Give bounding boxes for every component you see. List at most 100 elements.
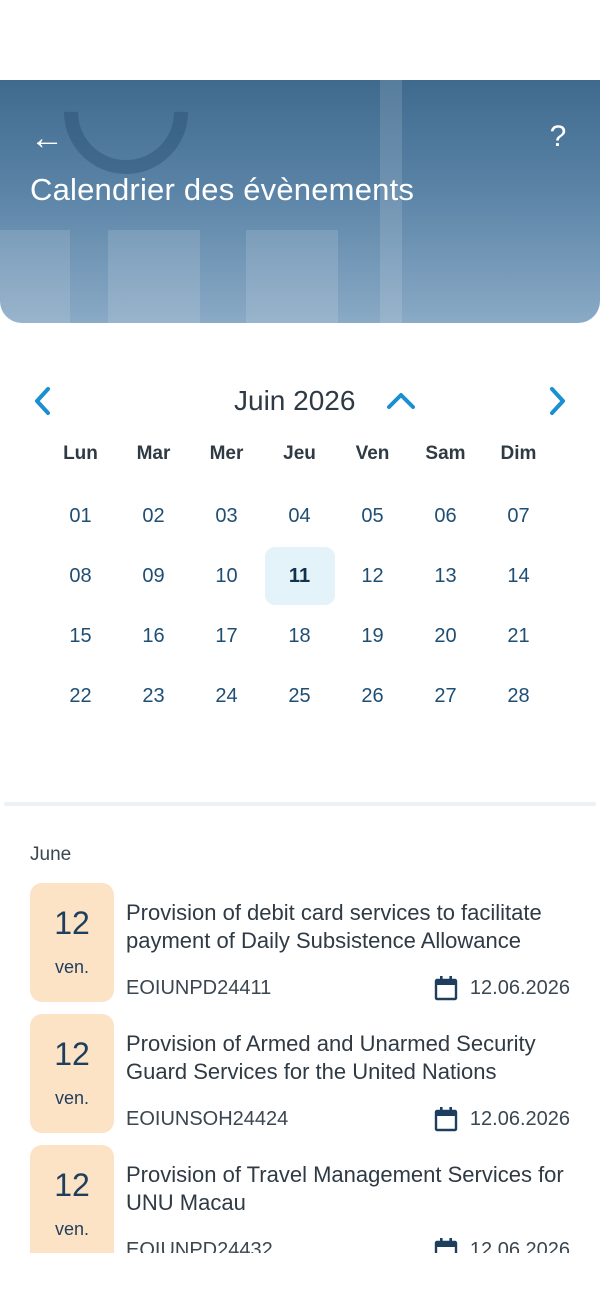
calendar-day[interactable]: 09 [117,546,190,606]
day-number: 09 [142,564,165,587]
day-number: 07 [507,504,530,527]
weekday-label: Dim [500,443,537,464]
calendar-day[interactable]: 26 [336,666,409,726]
month-label: Juin 2026 [234,385,356,416]
event-reference: EOIUNSOH24424 [126,1108,289,1130]
day-number: 27 [434,684,457,707]
event-date: 12.06.2026 [469,976,570,999]
event-reference: EOIUNPD24411 [126,977,272,999]
calendar-day[interactable]: 28 [482,666,555,726]
event-weekday: ven. [54,957,90,977]
chevron-right-icon [550,387,565,415]
screen: ← ? Calendrier des évènements Juin 2026 … [0,0,600,1304]
calendar-day[interactable]: 21 [482,606,555,666]
day-number: 28 [507,684,530,707]
day-number: 11 [264,547,335,605]
calendar-day[interactable]: 24 [190,666,263,726]
calendar-day-selected[interactable]: 11 [263,546,336,606]
event-reference: EOIUNPD24432 [126,1239,273,1253]
event-item[interactable]: 12 ven. Provision of debit card services… [0,883,600,1002]
chevron-up-icon [387,393,415,409]
calendar-day[interactable]: 05 [336,486,409,546]
chevron-left-icon [35,387,50,415]
calendar-day[interactable]: 03 [190,486,263,546]
back-arrow-icon[interactable]: ← [30,120,70,156]
calendar-icon [434,976,458,1001]
calendar-day[interactable]: 19 [336,606,409,666]
event-date: 12.06.2026 [469,1238,570,1254]
event-day-number: 12 [54,1167,90,1203]
calendar-day[interactable]: 10 [190,546,263,606]
weekday-label: Mar [136,443,171,464]
event-date-info: 12.06.2026 [434,1106,570,1132]
day-number: 19 [361,624,384,647]
weekday-label: Mer [209,443,244,464]
weekday-header: Lun Mar Mer Jeu Ven Sam Dim [44,443,556,471]
day-number: 08 [69,564,92,587]
calendar-day[interactable]: 06 [409,486,482,546]
calendar-day[interactable]: 01 [44,486,117,546]
calendar-day[interactable]: 27 [409,666,482,726]
event-weekday: ven. [54,1219,90,1239]
day-number: 13 [434,564,457,587]
help-icon[interactable]: ? [546,118,570,156]
event-date-info: 12.06.2026 [434,975,570,1001]
calendar-day[interactable]: 17 [190,606,263,666]
calendar-day[interactable]: 20 [409,606,482,666]
weekday-label: Jeu [283,443,316,464]
calendar-day[interactable]: 07 [482,486,555,546]
previous-month-button[interactable] [24,381,64,421]
event-day-number: 12 [54,1036,90,1072]
header-banner: ← ? Calendrier des évènements [0,80,600,323]
day-number: 03 [215,504,238,527]
events-month-label: June [30,844,72,865]
day-number: 22 [69,684,92,707]
day-number: 15 [69,624,92,647]
event-date-badge: 12 ven. [30,1014,114,1133]
calendar-day[interactable]: 13 [409,546,482,606]
banner-decoration [108,230,200,323]
event-weekday: ven. [54,1088,90,1108]
day-number: 17 [215,624,238,647]
calendar-day[interactable]: 23 [117,666,190,726]
day-number: 12 [361,564,384,587]
calendar-day[interactable]: 02 [117,486,190,546]
calendar-icon [434,1238,458,1253]
day-number: 01 [69,504,92,527]
day-number: 21 [507,624,530,647]
event-item[interactable]: 12 ven. Provision of Travel Management S… [0,1145,600,1253]
calendar-day[interactable]: 08 [44,546,117,606]
collapse-calendar-button[interactable] [383,383,419,419]
event-title: Provision of debit card services to faci… [126,900,542,953]
event-list: 12 ven. Provision of debit card services… [0,883,600,1253]
banner-decoration [0,230,70,323]
day-number: 23 [142,684,165,707]
day-number: 26 [361,684,384,707]
event-date-badge: 12 ven. [30,883,114,1002]
day-number: 10 [215,564,238,587]
day-number: 18 [288,624,311,647]
calendar: Juin 2026 Lun Mar Mer Jeu Ven Sam Dim 01… [0,323,600,803]
event-item[interactable]: 12 ven. Provision of Armed and Unarmed S… [0,1014,600,1133]
calendar-day[interactable]: 12 [336,546,409,606]
day-number: 06 [434,504,457,527]
divider [4,802,596,806]
banner-decoration [246,230,338,323]
calendar-day[interactable]: 22 [44,666,117,726]
weekday-label: Sam [425,443,466,464]
event-date-info: 12.06.2026 [434,1237,570,1253]
calendar-day[interactable]: 16 [117,606,190,666]
calendar-day[interactable]: 18 [263,606,336,666]
event-title: Provision of Travel Management Services … [126,1162,564,1215]
calendar-day[interactable]: 15 [44,606,117,666]
day-number: 16 [142,624,165,647]
calendar-day[interactable]: 25 [263,666,336,726]
event-day-number: 12 [54,905,90,941]
day-number: 05 [361,504,384,527]
next-month-button[interactable] [536,381,576,421]
calendar-day[interactable]: 04 [263,486,336,546]
calendar-day[interactable]: 14 [482,546,555,606]
calendar-icon [434,1107,458,1132]
day-number: 20 [434,624,457,647]
day-number: 04 [288,504,311,527]
